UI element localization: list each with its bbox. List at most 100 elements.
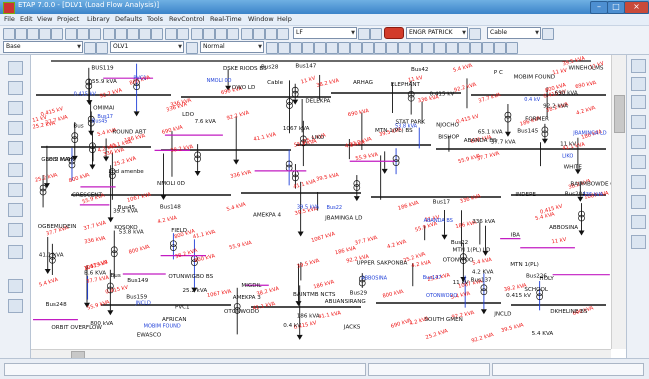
get-online-icon[interactable] bbox=[410, 42, 422, 54]
menu-project[interactable]: Project bbox=[57, 15, 79, 23]
maximize-button[interactable]: □ bbox=[607, 1, 625, 14]
menu-edit[interactable]: Edit bbox=[20, 15, 33, 23]
pointer-tool-icon[interactable] bbox=[8, 61, 23, 75]
database-icon[interactable] bbox=[227, 28, 239, 40]
menu-realtime[interactable]: Real-Time bbox=[210, 15, 242, 23]
display-options-icon[interactable] bbox=[370, 28, 382, 40]
dc-system-icon[interactable] bbox=[631, 215, 646, 229]
print-icon[interactable] bbox=[39, 28, 51, 40]
protective-device-icon[interactable] bbox=[631, 155, 646, 169]
show-flow-icon[interactable] bbox=[314, 42, 326, 54]
generator-tool-icon[interactable] bbox=[8, 203, 23, 217]
mode-select[interactable]: Normal ▼ bbox=[200, 41, 264, 53]
help-icon[interactable] bbox=[277, 28, 289, 40]
check-continuity-icon[interactable] bbox=[203, 28, 215, 40]
new-file-icon[interactable] bbox=[3, 28, 15, 40]
branch-summary-icon[interactable] bbox=[446, 42, 458, 54]
vertical-scrollbar[interactable] bbox=[611, 55, 626, 349]
study-mode-icon[interactable] bbox=[96, 42, 108, 54]
relay-tool-icon[interactable] bbox=[8, 245, 23, 259]
pan-icon[interactable] bbox=[103, 28, 115, 40]
library-icon[interactable] bbox=[253, 28, 265, 40]
load-flow-report-icon[interactable] bbox=[350, 42, 362, 54]
one-line-diagram[interactable]: 0.415 kV 11 kV 4.2 kVA 5.4 kVA 55.9 kVA 92.2 … bbox=[31, 55, 611, 349]
plot-icon[interactable] bbox=[374, 42, 386, 54]
instrument-tool-icon[interactable] bbox=[8, 279, 23, 293]
cable-tool-icon[interactable] bbox=[8, 121, 23, 135]
open-folder-icon[interactable] bbox=[15, 28, 27, 40]
redo-icon[interactable] bbox=[177, 28, 189, 40]
print-preview-icon[interactable] bbox=[51, 28, 63, 40]
text-box-icon[interactable] bbox=[506, 42, 518, 54]
study-case-select[interactable]: LF ▼ bbox=[293, 27, 357, 39]
composite-tool-icon[interactable] bbox=[8, 299, 23, 313]
grid-icon[interactable] bbox=[191, 28, 203, 40]
element-label: CRESCENT bbox=[72, 192, 103, 198]
display-results-icon[interactable] bbox=[302, 42, 314, 54]
save-icon[interactable] bbox=[27, 28, 39, 40]
breaker-tool-icon[interactable] bbox=[8, 141, 23, 155]
menu-defaults[interactable]: Defaults bbox=[115, 15, 142, 23]
menu-window[interactable]: Window bbox=[248, 15, 274, 23]
copy-icon[interactable] bbox=[77, 28, 89, 40]
menu-file[interactable]: File bbox=[4, 15, 15, 23]
transformer-tool-icon[interactable] bbox=[8, 101, 23, 115]
motor-starting-icon[interactable] bbox=[631, 95, 646, 109]
user-select[interactable]: ENGR PATRICK ▼ bbox=[406, 27, 468, 39]
user-access-icon[interactable] bbox=[469, 28, 481, 40]
edit-mode-icon[interactable] bbox=[84, 42, 96, 54]
bus-summary-icon[interactable] bbox=[434, 42, 446, 54]
element-label: OWO LD bbox=[232, 85, 256, 91]
short-circuit-icon[interactable] bbox=[631, 77, 646, 91]
compare-icon[interactable] bbox=[386, 42, 398, 54]
search-icon[interactable] bbox=[265, 28, 277, 40]
report-icon[interactable] bbox=[241, 28, 253, 40]
presentation-select[interactable]: OLV1 ▼ bbox=[110, 41, 184, 53]
reliability-icon[interactable] bbox=[631, 195, 646, 209]
vertical-scroll-thumb[interactable] bbox=[614, 95, 625, 133]
optimal-power-flow-icon[interactable] bbox=[631, 175, 646, 189]
undo-icon[interactable] bbox=[165, 28, 177, 40]
bus-tool-icon[interactable] bbox=[8, 81, 23, 95]
update-cable-icon[interactable] bbox=[278, 42, 290, 54]
revision-select[interactable]: Base ▼ bbox=[3, 41, 83, 53]
meter-tool-icon[interactable] bbox=[8, 223, 23, 237]
revision-data-icon[interactable] bbox=[384, 27, 404, 39]
zoom-in-icon[interactable] bbox=[115, 28, 127, 40]
zoom-out-icon[interactable] bbox=[127, 28, 139, 40]
zoom-fit-icon[interactable] bbox=[139, 28, 151, 40]
minimize-button[interactable]: – bbox=[590, 1, 608, 14]
menu-tools[interactable]: Tools bbox=[147, 15, 163, 23]
flow-direction-icon[interactable] bbox=[326, 42, 338, 54]
study-case-editor-icon[interactable] bbox=[358, 28, 370, 40]
transient-stability-icon[interactable] bbox=[631, 135, 646, 149]
halt-icon[interactable] bbox=[398, 42, 410, 54]
close-button[interactable]: × bbox=[624, 1, 649, 14]
menu-help[interactable]: Help bbox=[277, 15, 292, 23]
load-flow-icon[interactable] bbox=[631, 59, 646, 73]
cable-sizing-icon[interactable] bbox=[631, 235, 646, 249]
config-manager-icon[interactable] bbox=[542, 28, 554, 40]
menu-view[interactable]: View bbox=[37, 15, 52, 23]
config-select[interactable]: Cable ▼ bbox=[487, 27, 541, 39]
report-manager-icon[interactable] bbox=[362, 42, 374, 54]
zoom-window-icon[interactable] bbox=[151, 28, 163, 40]
run-study-icon[interactable] bbox=[470, 42, 482, 54]
menu-library[interactable]: Library bbox=[87, 15, 110, 23]
diagram-svg[interactable]: 0.415 kV 11 kV 4.2 kVA 5.4 kVA 55.9 kVA 92.2 … bbox=[31, 55, 611, 349]
menu-revcontrol[interactable]: RevControl bbox=[169, 15, 205, 23]
warning-icon[interactable] bbox=[422, 42, 434, 54]
paste-icon[interactable] bbox=[89, 28, 101, 40]
run-load-flow-icon[interactable] bbox=[266, 42, 278, 54]
harmonic-icon[interactable] bbox=[631, 115, 646, 129]
theme-icon[interactable] bbox=[215, 28, 227, 40]
alert-view-icon[interactable] bbox=[290, 42, 302, 54]
motor-tool-icon[interactable] bbox=[8, 163, 23, 177]
highlight-icon[interactable] bbox=[494, 42, 506, 54]
losses-icon[interactable] bbox=[458, 42, 470, 54]
presentation-new-icon[interactable] bbox=[186, 42, 198, 54]
toggle-icon[interactable] bbox=[482, 42, 494, 54]
voltage-drop-icon[interactable] bbox=[338, 42, 350, 54]
cut-icon[interactable] bbox=[65, 28, 77, 40]
load-tool-icon[interactable] bbox=[8, 183, 23, 197]
